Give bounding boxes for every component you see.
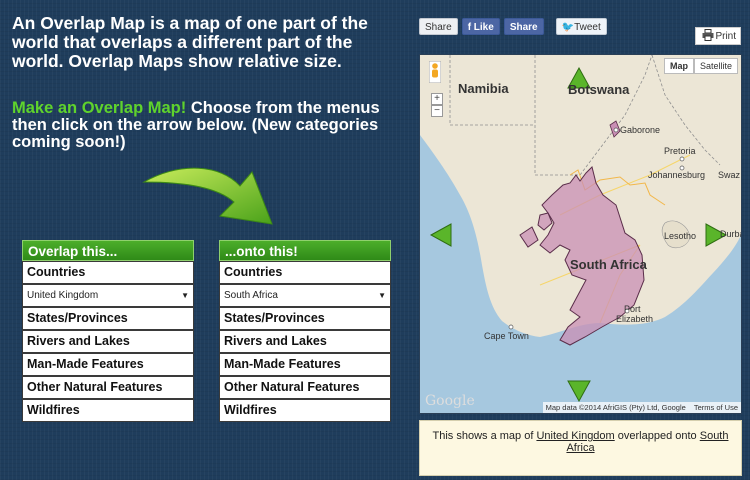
overlap-target-menu: ...onto this! Countries South Africa ▼ S… — [219, 240, 391, 422]
label-lesotho: Lesotho — [664, 231, 697, 241]
label-south-africa: South Africa — [570, 257, 647, 272]
category-countries[interactable]: Countries — [219, 261, 391, 284]
dropdown-caret-icon: ▼ — [181, 291, 189, 300]
label-botswana: Botswana — [568, 82, 630, 97]
label-pretoria: Pretoria — [664, 146, 696, 156]
share-button[interactable]: Share — [419, 18, 458, 35]
curved-arrow-icon — [142, 167, 273, 225]
terms-of-use-link[interactable]: Terms of Use — [694, 403, 738, 412]
label-johannesburg: Johannesburg — [648, 170, 706, 180]
category-man-made-features[interactable]: Man-Made Features — [219, 353, 391, 376]
map-data-text: Map data ©2014 AfriGIS (Pty) Ltd, Google — [545, 403, 686, 412]
printer-icon — [702, 29, 714, 41]
like-label: Like — [473, 22, 494, 33]
category-man-made-features[interactable]: Man-Made Features — [22, 353, 194, 376]
zoom-in-button[interactable]: + — [431, 93, 443, 105]
tweet-button[interactable]: 🐦Tweet — [555, 18, 607, 35]
zoom-control: + − — [431, 93, 443, 117]
caption-prefix: This shows a map of — [432, 430, 537, 442]
caption-middle: overlapped onto — [614, 430, 700, 442]
dropdown-caret-icon: ▼ — [378, 291, 386, 300]
share-bar: Share f Like Share 🐦Tweet — [419, 18, 607, 35]
overlap-source-menu: Overlap this... Countries United Kingdom… — [22, 240, 194, 422]
intro-text: An Overlap Map is a map of one part of t… — [12, 13, 368, 71]
label-swaziland: Swaz — [718, 170, 741, 180]
category-rivers-lakes[interactable]: Rivers and Lakes — [219, 330, 391, 353]
category-countries[interactable]: Countries — [22, 261, 194, 284]
target-country-select[interactable]: South Africa ▼ — [219, 284, 391, 307]
label-port-elizabeth-line1: Port — [624, 304, 641, 314]
instructions: Make an Overlap Map! Choose from the men… — [12, 100, 407, 151]
category-wildfires[interactable]: Wildfires — [22, 399, 194, 422]
target-country-value: South Africa — [224, 290, 278, 301]
overlap-this-header: Overlap this... — [22, 240, 194, 261]
label-durban: Durba — [720, 229, 741, 239]
result-caption: This shows a map of United Kingdom overl… — [419, 420, 742, 476]
category-states-provinces[interactable]: States/Provinces — [22, 307, 194, 330]
pan-west-arrow-icon[interactable] — [430, 223, 452, 247]
twitter-bird-icon: 🐦 — [561, 22, 575, 33]
pan-south-arrow-icon[interactable] — [567, 380, 591, 402]
facebook-share-button[interactable]: Share — [503, 18, 544, 35]
label-namibia: Namibia — [458, 81, 509, 96]
map-type-satellite-button[interactable]: Satellite — [693, 58, 738, 74]
google-logo[interactable]: Google — [425, 393, 475, 409]
source-country-link[interactable]: United Kingdom — [536, 430, 614, 442]
tweet-label: Tweet — [574, 22, 601, 33]
overlap-map[interactable]: + − Map Satellite Namibia Botswana Gabor… — [419, 54, 742, 414]
onto-this-header: ...onto this! — [219, 240, 391, 261]
category-wildfires[interactable]: Wildfires — [219, 399, 391, 422]
category-other-natural-features[interactable]: Other Natural Features — [219, 376, 391, 399]
facebook-like-button[interactable]: f Like — [461, 18, 500, 35]
source-country-value: United Kingdom — [27, 290, 99, 301]
map-type-control: Map Satellite — [663, 58, 738, 74]
source-country-select[interactable]: United Kingdom ▼ — [22, 284, 194, 307]
pegman-icon[interactable] — [429, 61, 441, 83]
print-label: Print — [715, 31, 736, 42]
print-button[interactable]: Print — [695, 27, 741, 45]
category-rivers-lakes[interactable]: Rivers and Lakes — [22, 330, 194, 353]
category-states-provinces[interactable]: States/Provinces — [219, 307, 391, 330]
zoom-out-button[interactable]: − — [431, 105, 443, 117]
label-gaborone: Gaborone — [620, 125, 661, 135]
label-port-elizabeth-line2: Elizabeth — [616, 314, 654, 324]
label-cape-town: Cape Town — [484, 331, 529, 341]
map-attribution: Map data ©2014 AfriGIS (Pty) Ltd, Google… — [542, 402, 741, 413]
category-other-natural-features[interactable]: Other Natural Features — [22, 376, 194, 399]
make-overlap-heading: Make an Overlap Map! — [12, 99, 187, 117]
map-type-map-button[interactable]: Map — [663, 58, 694, 74]
